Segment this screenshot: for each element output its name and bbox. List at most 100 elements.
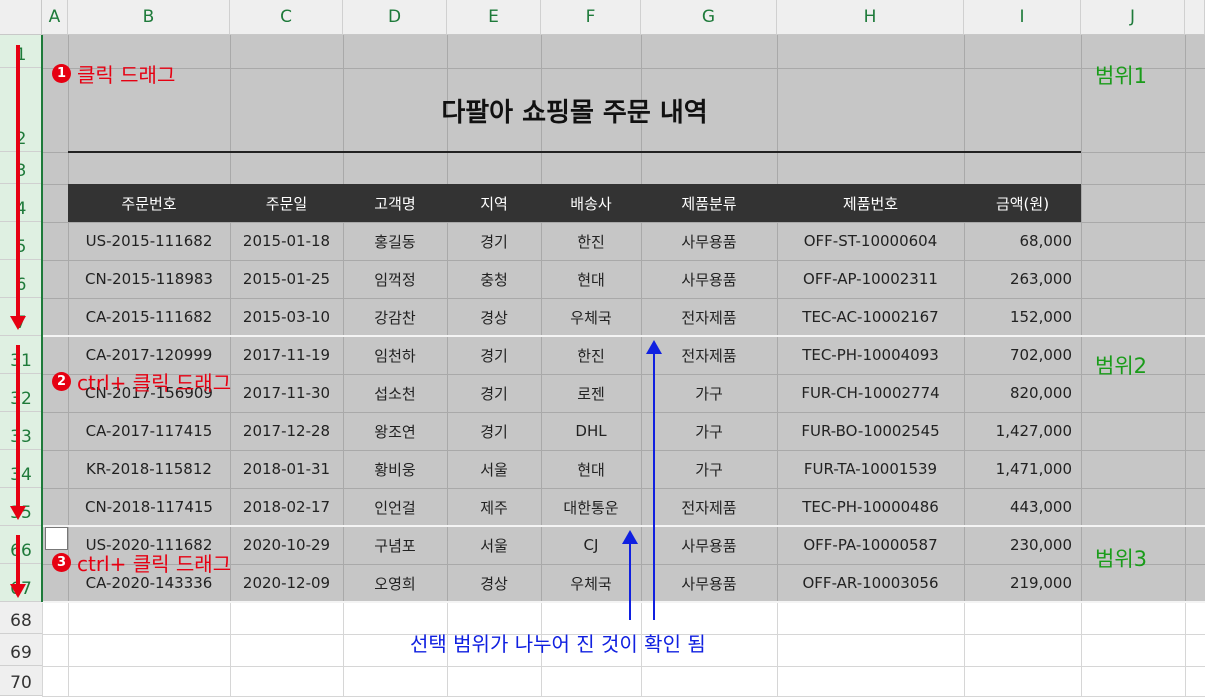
table-cell[interactable]: 702,000	[964, 336, 1081, 374]
table-cell[interactable]: DHL	[541, 412, 641, 450]
active-cell[interactable]	[45, 527, 68, 550]
row-header-4[interactable]: 4	[0, 184, 42, 222]
column-header-H[interactable]: H	[777, 0, 964, 35]
table-header-cell[interactable]: 제품분류	[641, 184, 777, 222]
table-cell[interactable]: 가구	[641, 374, 777, 412]
table-cell[interactable]: 현대	[541, 260, 641, 298]
table-cell[interactable]: 2017-12-28	[230, 412, 343, 450]
row-header-33[interactable]: 33	[0, 412, 42, 450]
table-cell[interactable]: 인언걸	[343, 488, 447, 526]
column-header-J[interactable]: J	[1081, 0, 1185, 35]
table-header-cell[interactable]: 배송사	[541, 184, 641, 222]
row-header-5[interactable]: 5	[0, 222, 42, 260]
table-cell[interactable]: 230,000	[964, 526, 1081, 564]
column-header-A[interactable]: A	[42, 0, 68, 35]
table-header-cell[interactable]: 제품번호	[777, 184, 964, 222]
row-header-70[interactable]: 70	[0, 666, 42, 696]
table-cell[interactable]: 사무용품	[641, 526, 777, 564]
row-header-69[interactable]: 69	[0, 634, 42, 666]
row-header-6[interactable]: 6	[0, 260, 42, 298]
column-header-C[interactable]: C	[230, 0, 343, 35]
row-header-1[interactable]: 1	[0, 35, 42, 68]
table-cell[interactable]: 대한통운	[541, 488, 641, 526]
table-cell[interactable]: 1,471,000	[964, 450, 1081, 488]
table-cell[interactable]: 서울	[447, 526, 541, 564]
table-cell[interactable]: 황비웅	[343, 450, 447, 488]
column-header-B[interactable]: B	[68, 0, 230, 35]
table-cell[interactable]: 한진	[541, 336, 641, 374]
table-cell[interactable]: 오영희	[343, 564, 447, 602]
table-cell[interactable]: TEC-AC-10002167	[777, 298, 964, 336]
table-cell[interactable]: 한진	[541, 222, 641, 260]
table-cell[interactable]: 현대	[541, 450, 641, 488]
table-cell[interactable]: 2018-02-17	[230, 488, 343, 526]
column-header-I[interactable]: I	[964, 0, 1081, 35]
row-header-68[interactable]: 68	[0, 602, 42, 634]
row-header-31[interactable]: 31	[0, 336, 42, 374]
table-cell[interactable]: 경기	[447, 374, 541, 412]
table-header-cell[interactable]: 주문번호	[68, 184, 230, 222]
table-cell[interactable]: FUR-CH-10002774	[777, 374, 964, 412]
table-cell[interactable]: 전자제품	[641, 298, 777, 336]
row-header-67[interactable]: 67	[0, 564, 42, 602]
column-header-E[interactable]: E	[447, 0, 541, 35]
table-cell[interactable]: 2015-03-10	[230, 298, 343, 336]
row-header-66[interactable]: 66	[0, 526, 42, 564]
table-cell[interactable]: TEC-PH-10000486	[777, 488, 964, 526]
table-cell[interactable]: 2015-01-18	[230, 222, 343, 260]
table-cell[interactable]: 서울	[447, 450, 541, 488]
table-cell[interactable]: 전자제품	[641, 336, 777, 374]
table-header-cell[interactable]: 지역	[447, 184, 541, 222]
table-cell[interactable]: 2017-11-19	[230, 336, 343, 374]
row-header-35[interactable]: 35	[0, 488, 42, 526]
table-cell[interactable]: CN-2015-118983	[68, 260, 230, 298]
table-header-cell[interactable]: 주문일	[230, 184, 343, 222]
table-cell[interactable]: FUR-TA-10001539	[777, 450, 964, 488]
row-header-2[interactable]: 2	[0, 68, 42, 152]
row-header-34[interactable]: 34	[0, 450, 42, 488]
table-cell[interactable]: 2020-12-09	[230, 564, 343, 602]
table-cell[interactable]: 전자제품	[641, 488, 777, 526]
table-cell[interactable]: 임꺽정	[343, 260, 447, 298]
table-cell[interactable]: 구념포	[343, 526, 447, 564]
table-cell[interactable]: 강감찬	[343, 298, 447, 336]
table-cell[interactable]: 152,000	[964, 298, 1081, 336]
table-cell[interactable]: 사무용품	[641, 222, 777, 260]
table-cell[interactable]: CN-2018-117415	[68, 488, 230, 526]
table-cell[interactable]: TEC-PH-10004093	[777, 336, 964, 374]
table-cell[interactable]: 68,000	[964, 222, 1081, 260]
table-cell[interactable]: 우체국	[541, 564, 641, 602]
corner-select-all[interactable]	[0, 0, 42, 35]
table-cell[interactable]: 로젠	[541, 374, 641, 412]
table-cell[interactable]: KR-2018-115812	[68, 450, 230, 488]
table-cell[interactable]: 경상	[447, 564, 541, 602]
row-header-32[interactable]: 32	[0, 374, 42, 412]
table-cell[interactable]: 왕조연	[343, 412, 447, 450]
table-cell[interactable]: US-2015-111682	[68, 222, 230, 260]
table-cell[interactable]: 가구	[641, 412, 777, 450]
table-cell[interactable]: 경기	[447, 412, 541, 450]
table-cell[interactable]: CA-2015-111682	[68, 298, 230, 336]
table-cell[interactable]: FUR-BO-10002545	[777, 412, 964, 450]
table-cell[interactable]: 경기	[447, 336, 541, 374]
table-cell[interactable]: CA-2017-117415	[68, 412, 230, 450]
table-header-cell[interactable]: 금액(원)	[964, 184, 1081, 222]
column-header-F[interactable]: F	[541, 0, 641, 35]
table-header-cell[interactable]: 고객명	[343, 184, 447, 222]
table-cell[interactable]: 사무용품	[641, 564, 777, 602]
table-cell[interactable]: 2015-01-25	[230, 260, 343, 298]
table-cell[interactable]: OFF-AP-10002311	[777, 260, 964, 298]
table-cell[interactable]: 1,427,000	[964, 412, 1081, 450]
table-cell[interactable]: 820,000	[964, 374, 1081, 412]
column-header-D[interactable]: D	[343, 0, 447, 35]
table-cell[interactable]: 임천하	[343, 336, 447, 374]
table-cell[interactable]: 443,000	[964, 488, 1081, 526]
table-cell[interactable]: 홍길동	[343, 222, 447, 260]
row-header-7[interactable]: 7	[0, 298, 42, 336]
column-header-G[interactable]: G	[641, 0, 777, 35]
table-cell[interactable]: CJ	[541, 526, 641, 564]
table-cell[interactable]: 가구	[641, 450, 777, 488]
table-cell[interactable]: 경상	[447, 298, 541, 336]
table-cell[interactable]: 충청	[447, 260, 541, 298]
table-cell[interactable]: OFF-PA-10000587	[777, 526, 964, 564]
